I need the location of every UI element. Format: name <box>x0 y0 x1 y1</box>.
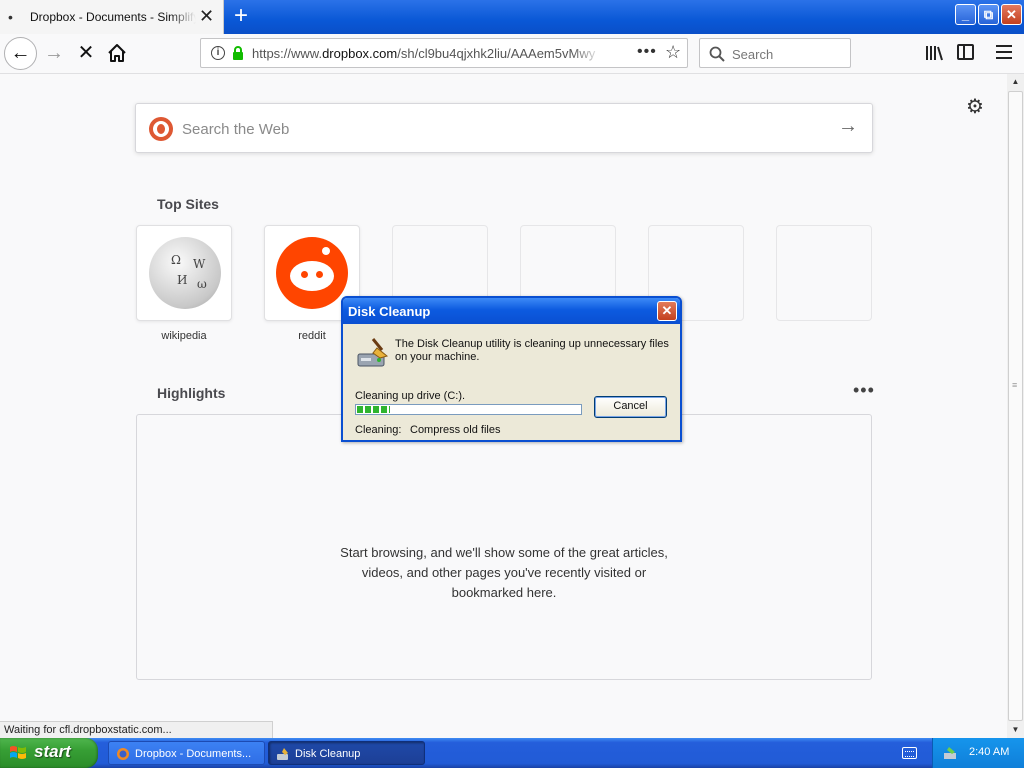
cleanup-progress-bar <box>355 404 582 415</box>
library-icon <box>926 46 943 61</box>
search-go-arrow-icon[interactable]: → <box>838 115 858 138</box>
clock[interactable]: 2:40 AM <box>969 746 1009 758</box>
forward-button[interactable]: → <box>42 41 66 65</box>
navigation-toolbar: ← → ✕ i https://www.dropbox.com/sh/cl9bu… <box>0 34 1024 74</box>
new-tab-button[interactable]: + <box>230 4 252 28</box>
top-site-tile-empty <box>776 225 872 321</box>
dialog-message: The Disk Cleanup utility is cleaning up … <box>395 338 669 363</box>
disk-cleanup-icon <box>357 338 389 367</box>
url-domain: dropbox.com <box>322 46 398 61</box>
stop-button[interactable]: ✕ <box>74 41 98 65</box>
back-button[interactable]: ← <box>4 37 37 70</box>
keyboard-icon[interactable] <box>902 747 917 759</box>
dialog-close-button[interactable]: ✕ <box>657 301 677 321</box>
url-prefix: https://www. <box>252 46 323 61</box>
taskbar-item-dropbox[interactable]: Dropbox - Documents... <box>108 741 265 765</box>
highlights-panel: Start browsing, and we'll show some of t… <box>136 414 872 680</box>
cleaning-label: Cleaning: <box>355 424 402 436</box>
top-site-tile-wikipedia[interactable]: Ω W И ω <box>136 225 232 321</box>
lock-icon[interactable] <box>232 46 244 60</box>
top-sites-heading: Top Sites <box>157 196 219 212</box>
url-bar[interactable]: i https://www.dropbox.com/sh/cl9bu4qjxhk… <box>200 38 688 68</box>
url-path: /sh/cl9bu4qjxhk2liu/AAAem5vMwy <box>397 46 596 61</box>
disk-cleanup-icon <box>277 748 288 760</box>
scrollbar-thumb[interactable] <box>1008 91 1023 721</box>
tab-dropbox[interactable]: • Dropbox - Documents - Simplify your li… <box>0 0 224 34</box>
tab-title: Dropbox - Documents - Simplify your life <box>30 10 196 24</box>
page-dot-icon: • <box>8 9 13 25</box>
bookmark-star-icon[interactable]: ☆ <box>665 42 681 63</box>
taskbar-item-label: Dropbox - Documents... <box>135 748 252 760</box>
dialog-title: Disk Cleanup <box>348 304 431 319</box>
web-search-placeholder: Search the Web <box>182 121 290 138</box>
cleanup-tray-icon[interactable] <box>943 746 958 760</box>
maximize-button[interactable]: ⧉ <box>978 4 999 25</box>
start-label: start <box>34 742 71 761</box>
reddit-logo-icon <box>276 237 348 309</box>
drive-label: Cleaning up drive (C:). <box>355 390 466 402</box>
vertical-scrollbar[interactable]: ▲ ▼ <box>1007 74 1024 738</box>
cleaning-value: Compress old files <box>410 424 501 436</box>
sidebar-icon[interactable] <box>957 44 974 60</box>
cancel-button[interactable]: Cancel <box>594 396 667 418</box>
wikipedia-logo-icon: Ω W И ω <box>149 237 221 309</box>
highlights-heading: Highlights <box>157 385 226 401</box>
home-icon <box>108 44 126 62</box>
url-text[interactable]: https://www.dropbox.com/sh/cl9bu4qjxhk2l… <box>252 46 602 61</box>
info-icon[interactable]: i <box>211 46 225 60</box>
gear-icon[interactable]: ⚙ <box>966 94 984 119</box>
scroll-up-arrow-icon[interactable]: ▲ <box>1008 74 1023 90</box>
hamburger-menu-icon[interactable] <box>996 45 1012 59</box>
tab-close-icon[interactable]: ✕ <box>199 6 214 26</box>
duckduckgo-icon <box>149 117 173 141</box>
status-bar: Waiting for cfl.dropboxstatic.com... <box>0 721 273 738</box>
highlights-menu-button[interactable]: ••• <box>853 380 875 401</box>
page-actions-button[interactable]: ••• <box>637 43 657 61</box>
taskbar-item-disk-cleanup[interactable]: Disk Cleanup <box>268 741 425 765</box>
web-search-input[interactable]: Search the Web → <box>135 103 873 153</box>
disk-cleanup-dialog: Disk Cleanup ✕ The Disk Cleanup utility … <box>341 296 682 442</box>
top-site-label-wikipedia: wikipedia <box>161 330 207 342</box>
browser-tab-strip: • Dropbox - Documents - Simplify your li… <box>0 0 1024 34</box>
search-icon <box>709 46 725 62</box>
search-placeholder: Search <box>732 47 774 62</box>
home-button[interactable] <box>105 41 129 65</box>
system-tray: 2:40 AM <box>932 738 1024 768</box>
start-button[interactable]: start <box>0 738 98 768</box>
search-input[interactable]: Search <box>699 38 851 68</box>
minimize-button[interactable]: _ <box>955 4 976 25</box>
firefox-icon <box>117 748 129 760</box>
progress-fill <box>357 406 391 413</box>
dialog-title-bar[interactable]: Disk Cleanup ✕ <box>343 298 680 324</box>
scroll-down-arrow-icon[interactable]: ▼ <box>1008 722 1023 738</box>
taskbar: start Dropbox - Documents... Disk Cleanu… <box>0 738 1024 768</box>
highlights-empty-message: Start browsing, and we'll show some of t… <box>340 545 668 600</box>
windows-flag-icon <box>10 746 26 759</box>
library-button[interactable] <box>924 43 944 63</box>
taskbar-item-label: Disk Cleanup <box>295 748 361 760</box>
window-close-button[interactable]: ✕ <box>1001 4 1022 25</box>
